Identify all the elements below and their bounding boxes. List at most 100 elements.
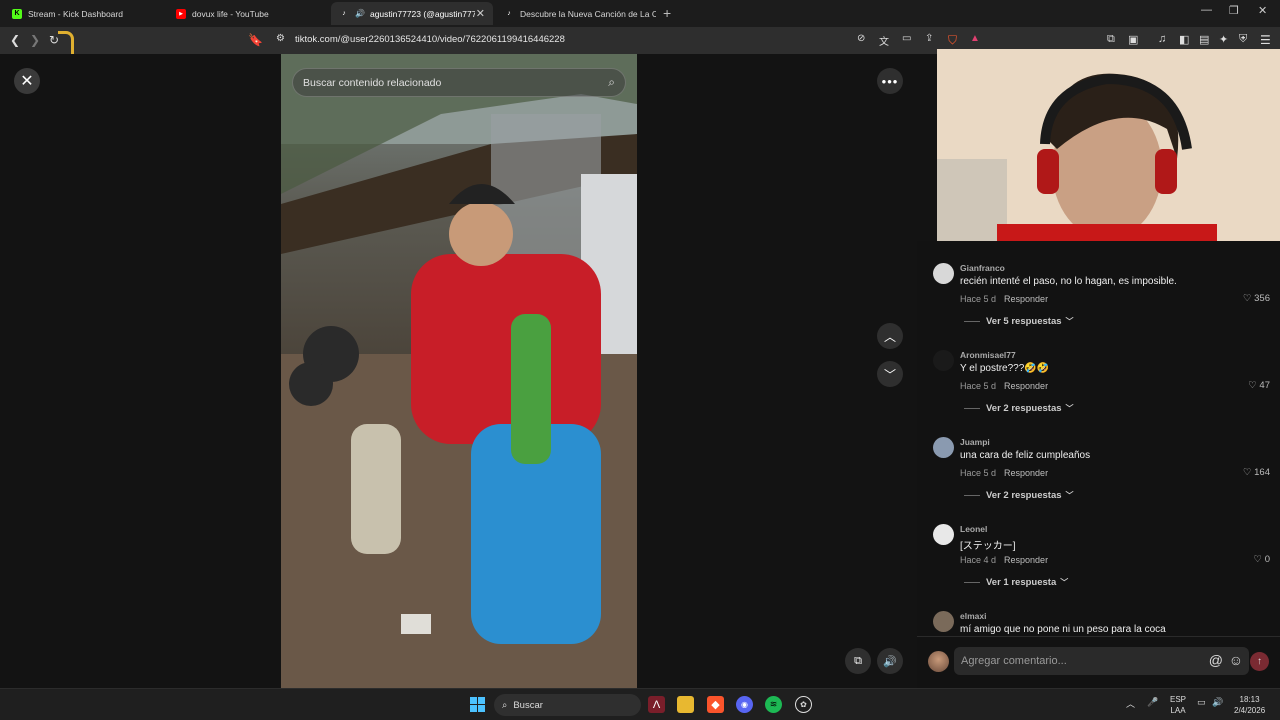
speaker-icon[interactable]: 🔊	[355, 9, 365, 18]
replies-label: Ver 2 respuestas	[986, 490, 1062, 501]
comment-input[interactable]: Agregar comentario... @ ☺	[954, 647, 1249, 675]
sidebar-icon[interactable]: ◧	[1179, 33, 1189, 46]
chatgpt-icon[interactable]: ✿	[795, 696, 812, 713]
like-button[interactable]: ♡ 164	[1243, 467, 1270, 478]
view-replies-button[interactable]: Ver 1 respuesta ﹀	[964, 577, 1068, 588]
language-indicator[interactable]: ESP LAA	[1170, 694, 1186, 716]
tiktok-icon: ♪	[342, 10, 346, 17]
reader-icon[interactable]: ▭	[902, 33, 911, 44]
discord-icon[interactable]: ◉	[736, 696, 753, 713]
microphone-icon[interactable]: 🎤	[1147, 697, 1158, 708]
floating-player-button[interactable]: ⧉	[845, 648, 871, 674]
restore-icon[interactable]: ❐	[1229, 4, 1239, 17]
new-tab-button[interactable]: +	[663, 5, 671, 21]
reply-button[interactable]: Responder	[1004, 468, 1048, 478]
like-count: 356	[1254, 293, 1270, 304]
site-settings-icon[interactable]: ⚙	[276, 33, 285, 44]
brave-shield-icon[interactable]: ⛉	[948, 33, 957, 48]
close-tab-icon[interactable]: ✕	[476, 7, 485, 20]
leo-icon[interactable]: ✦	[1219, 33, 1228, 46]
chevron-down-icon: ﹀	[1065, 491, 1074, 500]
spotify-icon[interactable]: ≋	[765, 696, 782, 713]
network-icon[interactable]: ▭	[1197, 697, 1206, 708]
volume-button[interactable]: 🔊	[877, 648, 903, 674]
comment-username[interactable]: Aronmisael77	[960, 350, 1016, 360]
emoji-icon[interactable]: ☺	[1229, 652, 1243, 668]
reply-button[interactable]: Responder	[1004, 294, 1048, 304]
tracking-icon[interactable]: ⊘	[857, 33, 865, 44]
lang-bottom: LAA	[1170, 706, 1186, 715]
windows-start-icon[interactable]	[469, 696, 486, 713]
avatar[interactable]	[933, 350, 954, 371]
close-window-icon[interactable]: ✕	[1258, 4, 1267, 17]
reply-button[interactable]: Responder	[1004, 381, 1048, 391]
like-button[interactable]: ♡ 47	[1248, 380, 1270, 391]
brave-rewards-icon[interactable]: ▲	[970, 33, 980, 44]
related-search-input[interactable]: Buscar contenido relacionado ⌕	[292, 68, 626, 97]
tab-tiktok[interactable]: ♪ Descubre la Nueva Canción de La Co	[496, 2, 656, 25]
avatar[interactable]	[933, 611, 954, 632]
volume-icon[interactable]: 🔊	[1212, 697, 1223, 708]
webcam-frame	[937, 49, 1280, 241]
tab-tiktok-active[interactable]: ♪ 🔊 agustin77723 (@agustin7772 ✕	[331, 2, 493, 25]
taskbar-search[interactable]: ⌕ Buscar	[494, 694, 641, 716]
avatar[interactable]	[933, 263, 954, 284]
reply-button[interactable]: Responder	[1004, 555, 1048, 565]
wallet-icon[interactable]: ▤	[1199, 33, 1209, 46]
forward-icon[interactable]: ❯	[30, 33, 40, 47]
avatar[interactable]	[933, 524, 954, 545]
share-icon[interactable]: ⇪	[925, 33, 933, 44]
comment-time: Hace 4 d	[960, 555, 997, 565]
screenshot-icon[interactable]: ▣	[1128, 33, 1138, 46]
comment-username[interactable]: Gianfranco	[960, 263, 1005, 273]
comment-meta: Hace 4 d Responder	[960, 555, 1048, 565]
taskbar-search-label: Buscar	[513, 699, 543, 711]
clock[interactable]: 18:13 2/4/2026	[1234, 694, 1265, 716]
previous-video-button[interactable]: ︿	[877, 323, 903, 349]
back-icon[interactable]: ❮	[10, 33, 20, 47]
file-explorer-icon[interactable]	[677, 696, 694, 713]
replies-label: Ver 5 respuestas	[986, 316, 1062, 327]
taskbar: ⌕ Buscar Λ ◆ ◉ ≋ ✿ ︿ 🎤 ESP LAA ▭ 🔊 18:13…	[0, 688, 1280, 720]
mention-icon[interactable]: @	[1209, 652, 1223, 668]
comment-username[interactable]: elmaxi	[960, 611, 986, 621]
view-replies-button[interactable]: Ver 2 respuestas ﹀	[964, 403, 1074, 414]
brave-browser-icon[interactable]: ◆	[707, 696, 724, 713]
avatar[interactable]	[933, 437, 954, 458]
more-options-button[interactable]: •••	[877, 68, 903, 94]
view-replies-button[interactable]: Ver 5 respuestas ﹀	[964, 316, 1074, 327]
heart-icon: ♡	[1242, 293, 1255, 304]
like-button[interactable]: ♡ 356	[1243, 293, 1270, 304]
video-player[interactable]	[281, 54, 637, 688]
address-bar[interactable]: tiktok.com/@user2260136524410/video/7622…	[295, 34, 565, 45]
comment-time: Hace 5 d	[960, 381, 997, 391]
like-button[interactable]: ♡ 0	[1254, 554, 1270, 565]
tab-title: Descubre la Nueva Canción de La Co	[520, 8, 656, 19]
comment-placeholder: Agregar comentario...	[961, 655, 1067, 667]
music-icon[interactable]: ♫	[1158, 33, 1166, 45]
affinity-icon[interactable]: Λ	[648, 696, 665, 713]
vpn-icon[interactable]: ⛨	[1239, 33, 1247, 46]
heart-icon: ♡	[1253, 554, 1265, 565]
tab-kick[interactable]: K Stream - Kick Dashboard	[4, 2, 164, 25]
youtube-icon: ▶	[176, 8, 186, 19]
search-icon[interactable]: ⌕	[608, 75, 615, 90]
comment-meta: Hace 5 d Responder	[960, 468, 1048, 478]
send-button[interactable]: ↑	[1250, 652, 1269, 671]
bookmark-icon[interactable]: 🔖	[248, 33, 263, 47]
next-video-button[interactable]: ﹀	[877, 361, 903, 387]
menu-icon[interactable]: ☰	[1260, 33, 1271, 47]
tab-youtube[interactable]: ▶ dovux life - YouTube	[168, 2, 328, 25]
comment-meta: Hace 5 d Responder	[960, 294, 1048, 304]
heart-icon: ♡	[1248, 380, 1260, 391]
view-replies-button[interactable]: Ver 2 respuestas ﹀	[964, 490, 1074, 501]
comment-username[interactable]: Leonel	[960, 524, 987, 534]
extensions-icon[interactable]: ⧉	[1107, 33, 1115, 46]
close-video-button[interactable]: ✕	[14, 68, 40, 94]
comment-text: recién intenté el paso, no lo hagan, es …	[960, 276, 1177, 287]
tab-title: Stream - Kick Dashboard	[28, 8, 123, 19]
minimize-icon[interactable]: —	[1201, 4, 1212, 16]
translate-icon[interactable]: 文	[879, 33, 889, 48]
tray-chevron-icon[interactable]: ︿	[1126, 697, 1135, 710]
comment-username[interactable]: Juampi	[960, 437, 990, 447]
